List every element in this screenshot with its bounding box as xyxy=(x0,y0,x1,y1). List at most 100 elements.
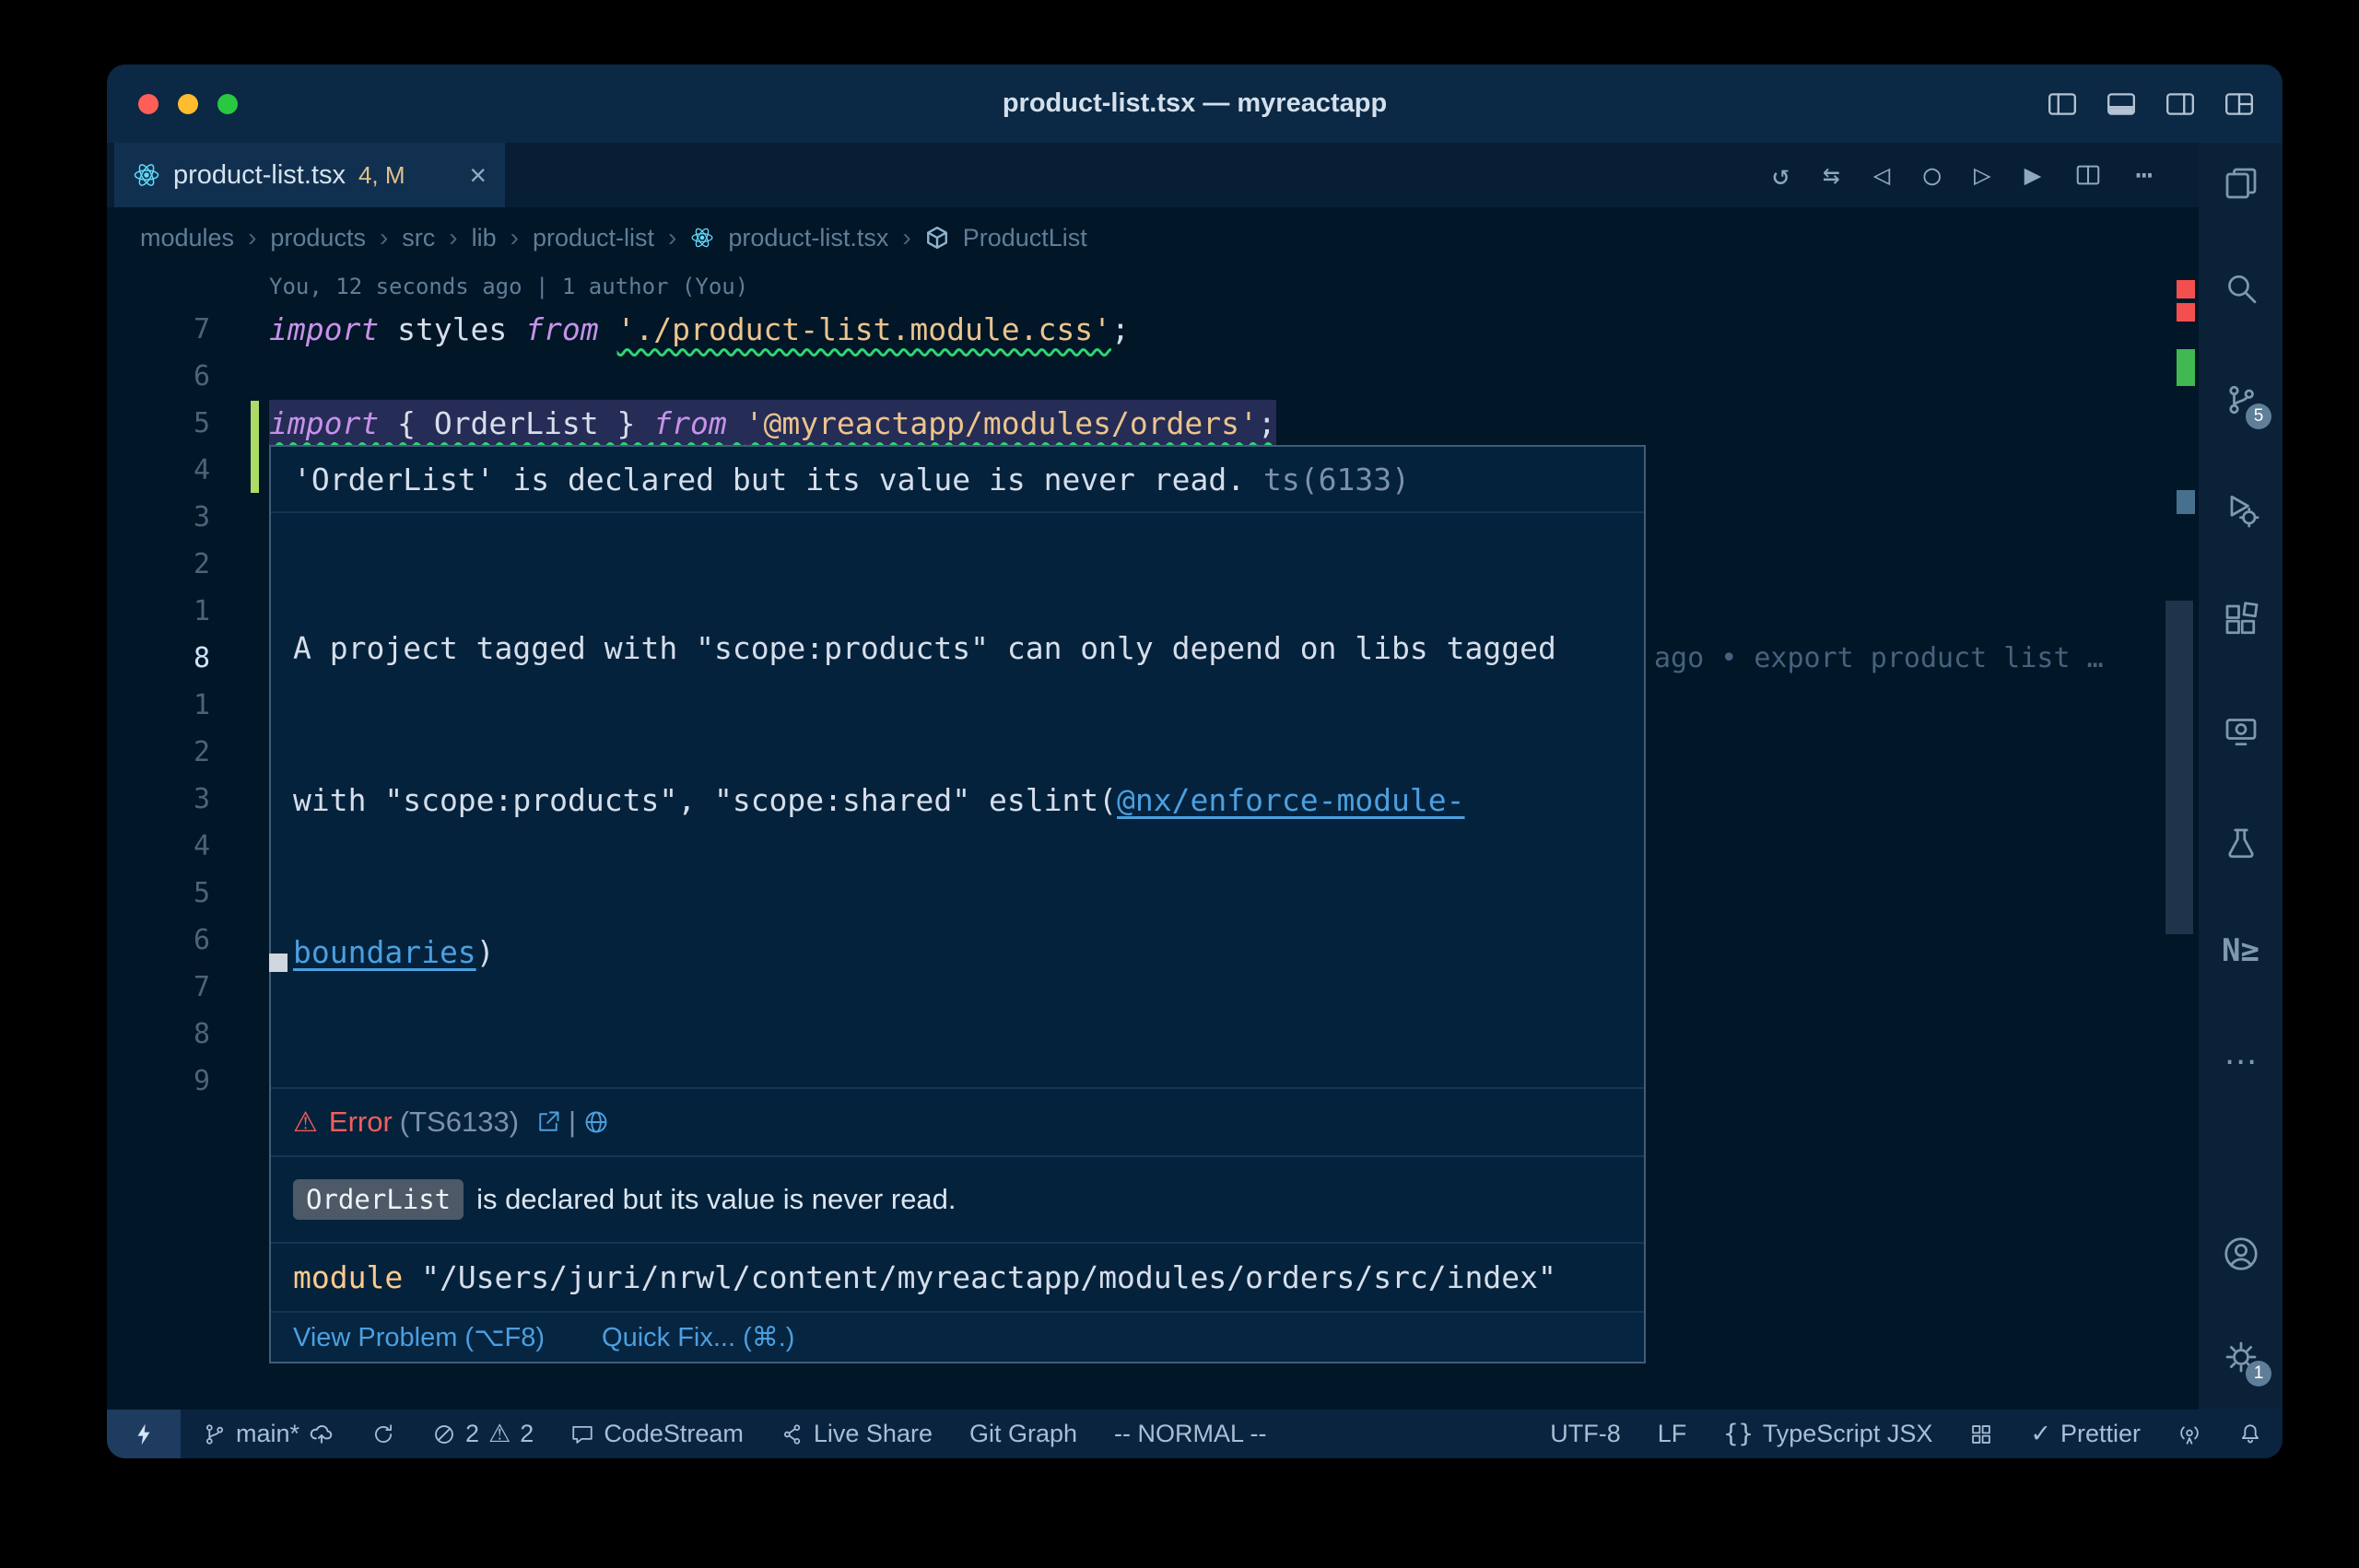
titlebar: product-list.tsx — myreactapp xyxy=(107,64,2283,143)
navigate-back-icon[interactable]: ◁ xyxy=(1873,158,1891,192)
circle-outline-icon[interactable]: ○ xyxy=(1923,158,1941,192)
breadcrumb-item-src[interactable]: src xyxy=(402,224,435,252)
hover-resize-grip[interactable] xyxy=(269,954,288,972)
formatter-indicator[interactable]: ✓ Prettier xyxy=(2030,1420,2141,1448)
encoding-indicator[interactable]: UTF-8 xyxy=(1550,1420,1621,1448)
chevron-right-icon: › xyxy=(248,223,256,252)
source-control-icon[interactable]: 5 xyxy=(2199,372,2283,427)
chevron-right-icon: › xyxy=(449,223,457,252)
toggle-secondary-sidebar-icon[interactable] xyxy=(2165,88,2196,120)
open-external-icon[interactable] xyxy=(535,1109,561,1135)
line-number[interactable]: 6 xyxy=(107,917,210,964)
line-number[interactable]: 2 xyxy=(107,541,210,588)
tab-close-icon[interactable]: × xyxy=(469,158,487,193)
split-editor-icon[interactable] xyxy=(2074,161,2102,189)
search-icon[interactable] xyxy=(2199,262,2283,317)
line-number[interactable]: 5 xyxy=(107,870,210,917)
breadcrumb-item-product-list[interactable]: product-list xyxy=(533,224,654,252)
language-indicator[interactable]: {} TypeScript JSX xyxy=(1723,1420,1932,1448)
toggle-panel-icon[interactable] xyxy=(2106,88,2137,120)
eslint-rule-link[interactable]: boundaries xyxy=(293,934,476,970)
testing-beaker-icon[interactable] xyxy=(2199,816,2283,872)
run-debug-icon[interactable] xyxy=(2199,482,2283,537)
settings-gear-icon[interactable]: 1 xyxy=(2199,1329,2283,1385)
breadcrumb: modules › products › src › lib › product… xyxy=(107,207,2199,268)
line-number[interactable]: 7 xyxy=(107,306,210,353)
line-number[interactable]: 9 xyxy=(107,1058,210,1105)
code-line[interactable]: 6 xyxy=(107,353,2199,400)
code-editor[interactable]: You, 12 seconds ago | 1 author (You) 7 i… xyxy=(107,268,2199,1410)
nx-console-icon[interactable]: N≥ xyxy=(2199,923,2283,978)
eslint-rule-link[interactable]: @nx/enforce-module- xyxy=(1117,782,1465,818)
chevron-right-icon: › xyxy=(668,223,676,252)
eol-indicator[interactable]: LF xyxy=(1658,1420,1687,1448)
toggle-sidebar-icon[interactable] xyxy=(2047,88,2078,120)
line-number[interactable]: 3 xyxy=(107,776,210,823)
module-keyword: module xyxy=(293,1259,403,1295)
divider-pipe: | xyxy=(569,1106,576,1139)
sync-icon xyxy=(371,1422,395,1446)
compare-changes-icon[interactable]: ⇆ xyxy=(1823,158,1840,192)
cloud-upload-icon xyxy=(309,1422,334,1447)
gutter-modified-indicator xyxy=(251,401,259,493)
timeline-icon[interactable]: ↺ xyxy=(1772,158,1790,192)
line-number[interactable]: 4 xyxy=(107,447,210,494)
code-line[interactable]: 5 import { OrderList } from '@myreactapp… xyxy=(107,400,2199,447)
view-problem-action[interactable]: View Problem (⌥F8) xyxy=(293,1321,545,1353)
breadcrumb-item-symbol[interactable]: ProductList xyxy=(963,224,1087,252)
tab-product-list[interactable]: product-list.tsx 4, M × xyxy=(114,143,505,207)
hover-detail-row: OrderList is declared but its value is n… xyxy=(271,1157,1644,1242)
notifications-item[interactable] xyxy=(2238,1422,2262,1446)
code-line[interactable]: 7 import styles from './product-list.mod… xyxy=(107,306,2199,353)
code-text-highlighted: import { OrderList } from '@myreactapp/m… xyxy=(269,400,1276,447)
sync-indicator[interactable] xyxy=(371,1422,395,1446)
breadcrumb-item-file[interactable]: product-list.tsx xyxy=(728,224,888,252)
more-actions-icon[interactable]: ⋯ xyxy=(2135,158,2153,192)
codelens-blame[interactable]: You, 12 seconds ago | 1 author (You) xyxy=(107,268,2199,306)
codestream-item[interactable]: CodeStream xyxy=(570,1420,744,1448)
line-number[interactable]: 5 xyxy=(107,400,210,447)
quick-fix-action[interactable]: Quick Fix... (⌘.) xyxy=(602,1321,794,1353)
line-number[interactable]: 4 xyxy=(107,823,210,870)
overview-ruler-error-mark xyxy=(2177,303,2195,322)
tab-label: product-list.tsx xyxy=(173,160,346,191)
account-icon[interactable] xyxy=(2199,1226,2283,1281)
branch-indicator[interactable]: main* xyxy=(203,1420,334,1448)
line-number[interactable]: 3 xyxy=(107,494,210,541)
line-number[interactable]: 1 xyxy=(107,588,210,635)
customize-layout-icon[interactable] xyxy=(2224,88,2255,120)
line-number[interactable]: 8 xyxy=(107,1011,210,1058)
breadcrumb-item-products[interactable]: products xyxy=(270,224,366,252)
line-number[interactable]: 7 xyxy=(107,964,210,1011)
remote-explorer-icon[interactable] xyxy=(2199,704,2283,759)
line-number[interactable]: 6 xyxy=(107,353,210,400)
broadcast-item[interactable] xyxy=(2177,1422,2201,1446)
line-number[interactable]: 1 xyxy=(107,682,210,729)
breadcrumb-item-lib[interactable]: lib xyxy=(472,224,497,252)
more-views-icon[interactable]: ⋯ xyxy=(2199,1034,2283,1089)
remote-indicator[interactable] xyxy=(107,1410,181,1458)
problems-indicator[interactable]: 2 ⚠ 2 xyxy=(432,1420,534,1448)
breadcrumb-item-modules[interactable]: modules xyxy=(140,224,234,252)
navigate-forward-icon[interactable]: ▷ xyxy=(1974,158,1991,192)
status-left: main* 2 ⚠ 2 CodeStream Live Share Git xyxy=(203,1420,1267,1448)
extension-grid-item[interactable] xyxy=(1969,1422,1993,1446)
code-text: import styles from './product-list.modul… xyxy=(269,306,1130,353)
vim-mode-indicator[interactable]: -- NORMAL -- xyxy=(1114,1420,1266,1448)
current-line-number[interactable]: 8 xyxy=(107,635,210,682)
explorer-icon[interactable] xyxy=(2199,156,2283,211)
run-file-icon[interactable]: ▶ xyxy=(2025,158,2042,192)
globe-icon[interactable] xyxy=(583,1109,609,1135)
editor-scrollbar[interactable] xyxy=(2165,601,2193,934)
extensions-icon[interactable] xyxy=(2199,592,2283,648)
detail-text: is declared but its value is never read. xyxy=(476,1183,956,1216)
eslint-rule-text: ) xyxy=(476,934,495,970)
hover-module-row: module "/Users/juri/nrwl/content/myreact… xyxy=(271,1244,1644,1311)
status-bar: main* 2 ⚠ 2 CodeStream Live Share Git xyxy=(107,1410,2283,1458)
diagnostic-message: 'OrderList' is declared but its value is… xyxy=(293,462,1245,497)
line-number[interactable]: 2 xyxy=(107,729,210,776)
grid-icon xyxy=(1969,1422,1993,1446)
git-graph-item[interactable]: Git Graph xyxy=(969,1420,1077,1448)
live-share-item[interactable]: Live Share xyxy=(780,1420,933,1448)
symbol-chip: OrderList xyxy=(293,1179,464,1220)
